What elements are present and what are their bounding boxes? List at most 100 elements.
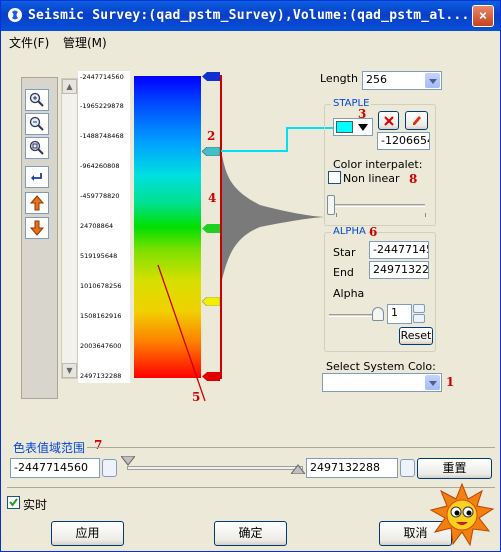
color-picker[interactable] — [333, 118, 373, 136]
range-title: 色表值域范围 — [13, 441, 86, 455]
move-down-button[interactable] — [25, 217, 49, 239]
alpha-end-field[interactable]: 249713228 — [369, 261, 429, 279]
annotation-5: 5 — [192, 390, 201, 404]
tick-label: 519195648 — [80, 252, 118, 260]
range-reset-button[interactable]: 重置 — [417, 458, 492, 479]
staple-value-field[interactable]: -1206654 — [377, 132, 430, 150]
menu-file[interactable]: 文件(F) — [9, 34, 49, 51]
realtime-label: 实时 — [23, 498, 48, 512]
annotation-1: 1 — [446, 375, 455, 389]
ok-button[interactable]: 确定 — [214, 521, 287, 546]
length-label: Length — [320, 72, 358, 85]
apply-button[interactable]: 应用 — [51, 521, 124, 546]
interpolate-slider-track[interactable] — [331, 204, 425, 207]
alpha-spin-down-icon[interactable] — [413, 314, 425, 323]
undo-icon — [31, 173, 42, 181]
start-label: Star — [333, 246, 356, 259]
range-slider-track[interactable] — [127, 466, 303, 470]
close-button[interactable]: × — [472, 5, 494, 27]
scroll-down-icon[interactable]: ▼ — [62, 363, 77, 378]
arrow-down-icon — [29, 220, 45, 236]
annotation-6: 6 — [369, 225, 378, 239]
tick-label: 24708864 — [80, 222, 114, 230]
range-min-field[interactable]: -2447714560 — [10, 458, 100, 478]
range-max-field[interactable]: 2497132288 — [306, 458, 398, 478]
nonlinear-checkbox[interactable] — [328, 171, 341, 184]
alpha-start-field[interactable]: -24477145 — [369, 241, 429, 259]
range-max-spin-icon[interactable] — [400, 459, 415, 477]
undo-button[interactable] — [25, 166, 49, 188]
zoom-out-button[interactable] — [25, 113, 49, 135]
tick-label: 1508162916 — [80, 312, 122, 320]
alpha-title: ALPHA — [331, 226, 368, 237]
delete-staple-button[interactable] — [378, 111, 399, 130]
annotation-pointer-line — [157, 264, 206, 402]
slider-ticks — [336, 213, 426, 217]
annotation-4: 4 — [208, 191, 217, 205]
histogram — [222, 155, 324, 280]
system-color-label: Select System Colo: — [326, 360, 436, 373]
annotation-7: 7 — [94, 438, 103, 452]
zoom-fit-button[interactable] — [25, 137, 49, 159]
tick-label: -459778820 — [80, 192, 120, 200]
alpha-spin-up-icon[interactable] — [413, 304, 425, 313]
interpolate-slider-thumb[interactable] — [327, 195, 335, 215]
length-value: 256 — [366, 73, 387, 86]
menu-bar: 文件(F) 管理(M) — [1, 31, 500, 51]
staple-marker-green[interactable] — [202, 224, 220, 233]
chevron-down-icon[interactable] — [425, 375, 440, 390]
histogram-axis — [220, 75, 222, 379]
bottom-separator — [7, 487, 495, 488]
end-label: End — [333, 266, 354, 279]
move-up-button[interactable] — [25, 192, 49, 214]
tick-label: -1965229878 — [80, 102, 124, 110]
reset-alpha-button[interactable]: Reset — [399, 327, 433, 345]
alpha-slider-thumb[interactable] — [372, 307, 384, 321]
scroll-up-icon[interactable]: ▲ — [62, 79, 77, 94]
zoom-out-icon — [29, 116, 44, 131]
system-color-combo[interactable] — [322, 373, 442, 392]
dialog-window: Seismic Survey:(qad_pstm_Survey),Volume:… — [0, 0, 501, 552]
title-bar[interactable]: Seismic Survey:(qad_pstm_Survey),Volume:… — [1, 1, 500, 31]
alpha-value-field[interactable]: 1 — [387, 304, 412, 324]
window-title: Seismic Survey:(qad_pstm_Survey),Volume:… — [28, 8, 470, 23]
tick-label: 1010678256 — [80, 282, 122, 290]
pencil-icon — [412, 116, 421, 125]
annotation-8: 8 — [409, 172, 418, 186]
staple-marker-red[interactable] — [202, 372, 220, 381]
staple-link-line — [221, 127, 333, 152]
vertical-scrollbar[interactable]: ▲ ▼ — [61, 78, 78, 379]
dropdown-arrow-icon — [358, 124, 368, 131]
colorbar-tick-labels: -2447714560 -1965229878 -1488748468 -964… — [78, 71, 130, 383]
sun-mascot-icon — [429, 482, 495, 547]
zoom-fit-icon — [29, 140, 44, 155]
zoom-in-button[interactable] — [25, 89, 49, 111]
alpha-label: Alpha — [333, 287, 365, 300]
realtime-checkbox[interactable] — [7, 496, 20, 509]
staple-marker-blue[interactable] — [202, 72, 220, 81]
tick-label: -964260808 — [80, 162, 120, 170]
zoom-in-icon — [29, 92, 44, 107]
color-interpolate-label: Color interpalet: — [333, 158, 423, 171]
staple-marker-cyan[interactable] — [202, 147, 220, 156]
tick-label: -1488748468 — [80, 132, 124, 140]
tool-panel — [21, 77, 58, 399]
tick-label: -2447714560 — [80, 73, 124, 81]
arrow-up-icon — [29, 195, 45, 211]
tick-label: 2003647600 — [80, 342, 122, 350]
add-staple-button[interactable] — [405, 111, 428, 130]
range-min-thumb[interactable] — [121, 456, 135, 466]
range-min-spin-icon[interactable] — [102, 459, 117, 477]
annotation-2: 2 — [207, 129, 216, 143]
staple-marker-yellow[interactable] — [202, 297, 220, 306]
length-combo[interactable]: 256 — [362, 71, 442, 90]
chevron-down-icon[interactable] — [425, 73, 440, 88]
tick-label: 2497132288 — [80, 372, 122, 380]
app-icon — [8, 8, 22, 22]
delete-icon — [383, 116, 394, 126]
range-separator — [87, 447, 495, 448]
menu-manage[interactable]: 管理(M) — [63, 34, 107, 51]
color-swatch — [336, 121, 353, 133]
checkmark-icon — [9, 498, 18, 507]
range-max-thumb[interactable] — [291, 464, 305, 474]
